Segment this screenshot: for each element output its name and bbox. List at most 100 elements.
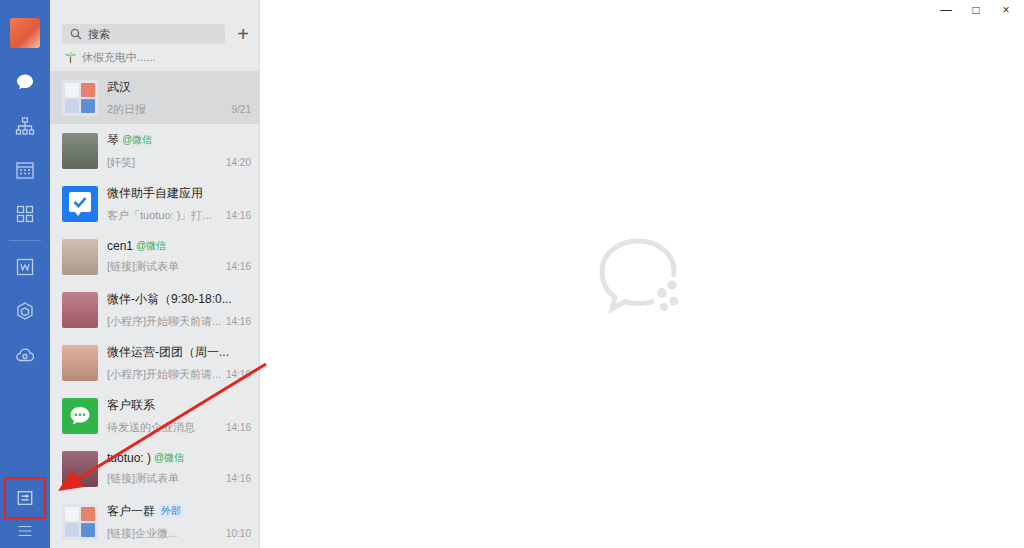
conversation-info: 微伴运营-团团（周一... [小程序]开始聊天前请... 14:16 xyxy=(107,344,251,382)
avatar xyxy=(62,504,98,540)
message-preview: [奸笑] xyxy=(107,155,135,170)
name-line: 微伴运营-团团（周一... xyxy=(107,344,251,361)
conversation-row[interactable]: 武汉 2的日报 9/21 xyxy=(50,71,259,124)
conversation-info: 微伴助手自建应用 客户「tuotuo: )」打... 14:16 xyxy=(107,185,251,223)
conversation-info: 武汉 2的日报 9/21 xyxy=(107,79,251,117)
search-field[interactable]: 搜索 xyxy=(62,24,225,44)
conversation-info: cen1 @微信 [链接]测试表单 14:16 xyxy=(107,239,251,274)
message-time: 14:16 xyxy=(226,422,251,433)
message-time: 14:16 xyxy=(226,210,251,221)
message-preview: [链接]测试表单 xyxy=(107,471,179,486)
preview-line: [小程序]开始聊天前请... 14:16 xyxy=(107,314,251,329)
conversation-name: 武汉 xyxy=(107,79,131,96)
conversation-row[interactable]: 客户一群 外部 [链接]企业微... 10:10 xyxy=(50,495,259,548)
window-control-button[interactable]: — xyxy=(938,2,954,18)
nav-item[interactable] xyxy=(13,299,37,323)
conversation-info: 客户一群 外部 [链接]企业微... 10:10 xyxy=(107,503,251,541)
preview-line: [链接]测试表单 14:16 xyxy=(107,471,251,486)
wecom-window: 搜索 + 休假充电中...... 武汉 2的日报 9/21 琴 @微信 [奸笑]… xyxy=(0,0,1024,548)
message-preview: [链接]企业微... xyxy=(107,526,177,541)
org-chart-icon xyxy=(15,116,35,136)
message-preview: 客户「tuotuo: )」打... xyxy=(107,208,212,223)
nav-item[interactable] xyxy=(5,518,45,544)
conversation-row[interactable]: 微伴助手自建应用 客户「tuotuo: )」打... 14:16 xyxy=(50,177,259,230)
nav-item[interactable] xyxy=(13,343,37,367)
name-line: tuotuo: ) @微信 xyxy=(107,451,251,465)
conversation-rows: 武汉 2的日报 9/21 琴 @微信 [奸笑] 14:20 微伴助手自建应用 客… xyxy=(50,71,259,548)
nav-item[interactable] xyxy=(13,255,37,279)
avatar xyxy=(62,398,98,434)
name-line: cen1 @微信 xyxy=(107,239,251,253)
search-row: 搜索 + xyxy=(50,0,259,44)
status-line[interactable]: 休假充电中...... xyxy=(50,44,259,71)
conversation-name: cen1 xyxy=(107,239,133,253)
preview-line: 待发送的企业消息 14:16 xyxy=(107,420,251,435)
nav-item[interactable] xyxy=(13,202,37,226)
tasks-icon xyxy=(16,489,34,507)
photo xyxy=(62,133,98,169)
conversation-name: 微伴助手自建应用 xyxy=(107,185,203,202)
avatar xyxy=(62,186,98,222)
message-time: 9/21 xyxy=(232,104,251,115)
name-line: 武汉 xyxy=(107,79,251,96)
checkmark-app-icon xyxy=(65,189,95,219)
wecom-logo-icon xyxy=(592,229,692,319)
avatar xyxy=(62,451,98,487)
nav-sidebar xyxy=(0,0,50,548)
conversation-row[interactable]: 琴 @微信 [奸笑] 14:20 xyxy=(50,124,259,177)
conversation-name: 微伴-小翁（9:30-18:0... xyxy=(107,291,232,308)
name-line: 微伴助手自建应用 xyxy=(107,185,251,202)
chat-icon xyxy=(15,72,35,92)
message-preview: 2的日报 xyxy=(107,102,146,117)
nav-item[interactable] xyxy=(13,158,37,182)
nav-item[interactable] xyxy=(13,70,37,94)
profile-avatar[interactable] xyxy=(10,18,40,48)
avatar xyxy=(62,80,98,116)
add-button[interactable]: + xyxy=(235,24,251,44)
window-control-button[interactable]: □ xyxy=(968,2,984,18)
nav-bottom-group xyxy=(5,478,45,548)
conversation-row[interactable]: 微伴-小翁（9:30-18:0... [小程序]开始聊天前请... 14:16 xyxy=(50,283,259,336)
conversation-row[interactable]: tuotuo: ) @微信 [链接]测试表单 14:16 xyxy=(50,442,259,495)
window-controls: — □ × xyxy=(938,2,1014,18)
photo xyxy=(62,292,98,328)
nav-divider xyxy=(9,240,41,241)
nav-main-group xyxy=(13,70,37,226)
nav-item[interactable] xyxy=(13,114,37,138)
nav-item[interactable] xyxy=(5,478,45,518)
annotation-arrow-icon xyxy=(0,0,1024,548)
nav-tools-group xyxy=(13,255,37,367)
conversation-row[interactable]: 客户联系 待发送的企业消息 14:16 xyxy=(50,389,259,442)
conversation-info: 琴 @微信 [奸笑] 14:20 xyxy=(107,132,251,170)
conversation-row[interactable]: cen1 @微信 [链接]测试表单 14:16 xyxy=(50,230,259,283)
message-preview: [小程序]开始聊天前请... xyxy=(107,367,221,382)
message-time: 10:10 xyxy=(226,528,251,539)
source-tag: 外部 xyxy=(158,504,184,518)
message-time: 14:16 xyxy=(226,316,251,327)
window-control-button[interactable]: × xyxy=(998,2,1014,18)
calendar-icon xyxy=(15,160,35,180)
document-icon xyxy=(15,257,35,277)
conversation-info: tuotuo: ) @微信 [链接]测试表单 14:16 xyxy=(107,451,251,486)
group-avatar-icon xyxy=(65,507,95,537)
conversation-name: tuotuo: ) xyxy=(107,451,151,465)
conversation-row[interactable]: 微伴运营-团团（周一... [小程序]开始聊天前请... 14:16 xyxy=(50,336,259,389)
conversation-list-panel: 搜索 + 休假充电中...... 武汉 2的日报 9/21 琴 @微信 [奸笑]… xyxy=(50,0,260,548)
source-tag: @微信 xyxy=(136,239,166,253)
conversation-name: 客户一群 xyxy=(107,503,155,520)
source-tag: @微信 xyxy=(154,451,184,465)
chat-area: — □ × xyxy=(260,0,1024,548)
name-line: 微伴-小翁（9:30-18:0... xyxy=(107,291,251,308)
photo xyxy=(62,451,98,487)
message-preview: 待发送的企业消息 xyxy=(107,420,195,435)
chat-bubble-icon xyxy=(67,403,93,429)
empty-state xyxy=(592,229,692,319)
conversation-name: 客户联系 xyxy=(107,397,155,414)
conversation-name: 微伴运营-团团（周一... xyxy=(107,344,229,361)
menu-icon xyxy=(16,522,34,540)
message-preview: [链接]测试表单 xyxy=(107,259,179,274)
name-line: 琴 @微信 xyxy=(107,132,251,149)
avatar xyxy=(62,239,98,275)
group-avatar-icon xyxy=(65,83,95,113)
message-time: 14:16 xyxy=(226,473,251,484)
